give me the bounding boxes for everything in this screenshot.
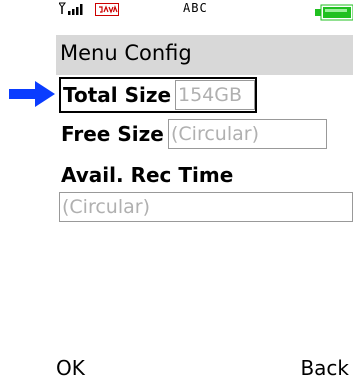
pointer-arrow-icon (9, 81, 55, 107)
carrier-name: ABC (183, 1, 208, 15)
form-content: Total Size 154GB Free Size (Circular) Av… (56, 75, 353, 350)
title-bar: Menu Config (56, 35, 353, 75)
back-softkey[interactable]: Back (300, 356, 349, 380)
total-size-field[interactable]: 154GB (175, 80, 255, 110)
avail-rec-time-field[interactable]: (Circular) (59, 192, 353, 222)
page-title: Menu Config (60, 41, 192, 65)
status-bar: ABC (56, 0, 353, 35)
signal-strength-icon (59, 2, 83, 15)
total-size-row[interactable]: Total Size 154GB (59, 77, 257, 113)
phone-display: ABC Menu Config Total Size 154GB Free Si… (56, 0, 353, 385)
free-size-field[interactable]: (Circular) (168, 119, 327, 149)
total-size-label: Total Size (63, 83, 172, 107)
ok-softkey[interactable]: OK (56, 356, 85, 380)
free-size-label: Free Size (61, 122, 164, 146)
avail-rec-time-label: Avail. Rec Time (61, 163, 234, 187)
screen: ABC Menu Config Total Size 154GB Free Si… (0, 0, 353, 385)
battery-icon (315, 4, 353, 21)
softkey-bar: OK Back (56, 350, 353, 385)
java-icon (95, 3, 119, 16)
